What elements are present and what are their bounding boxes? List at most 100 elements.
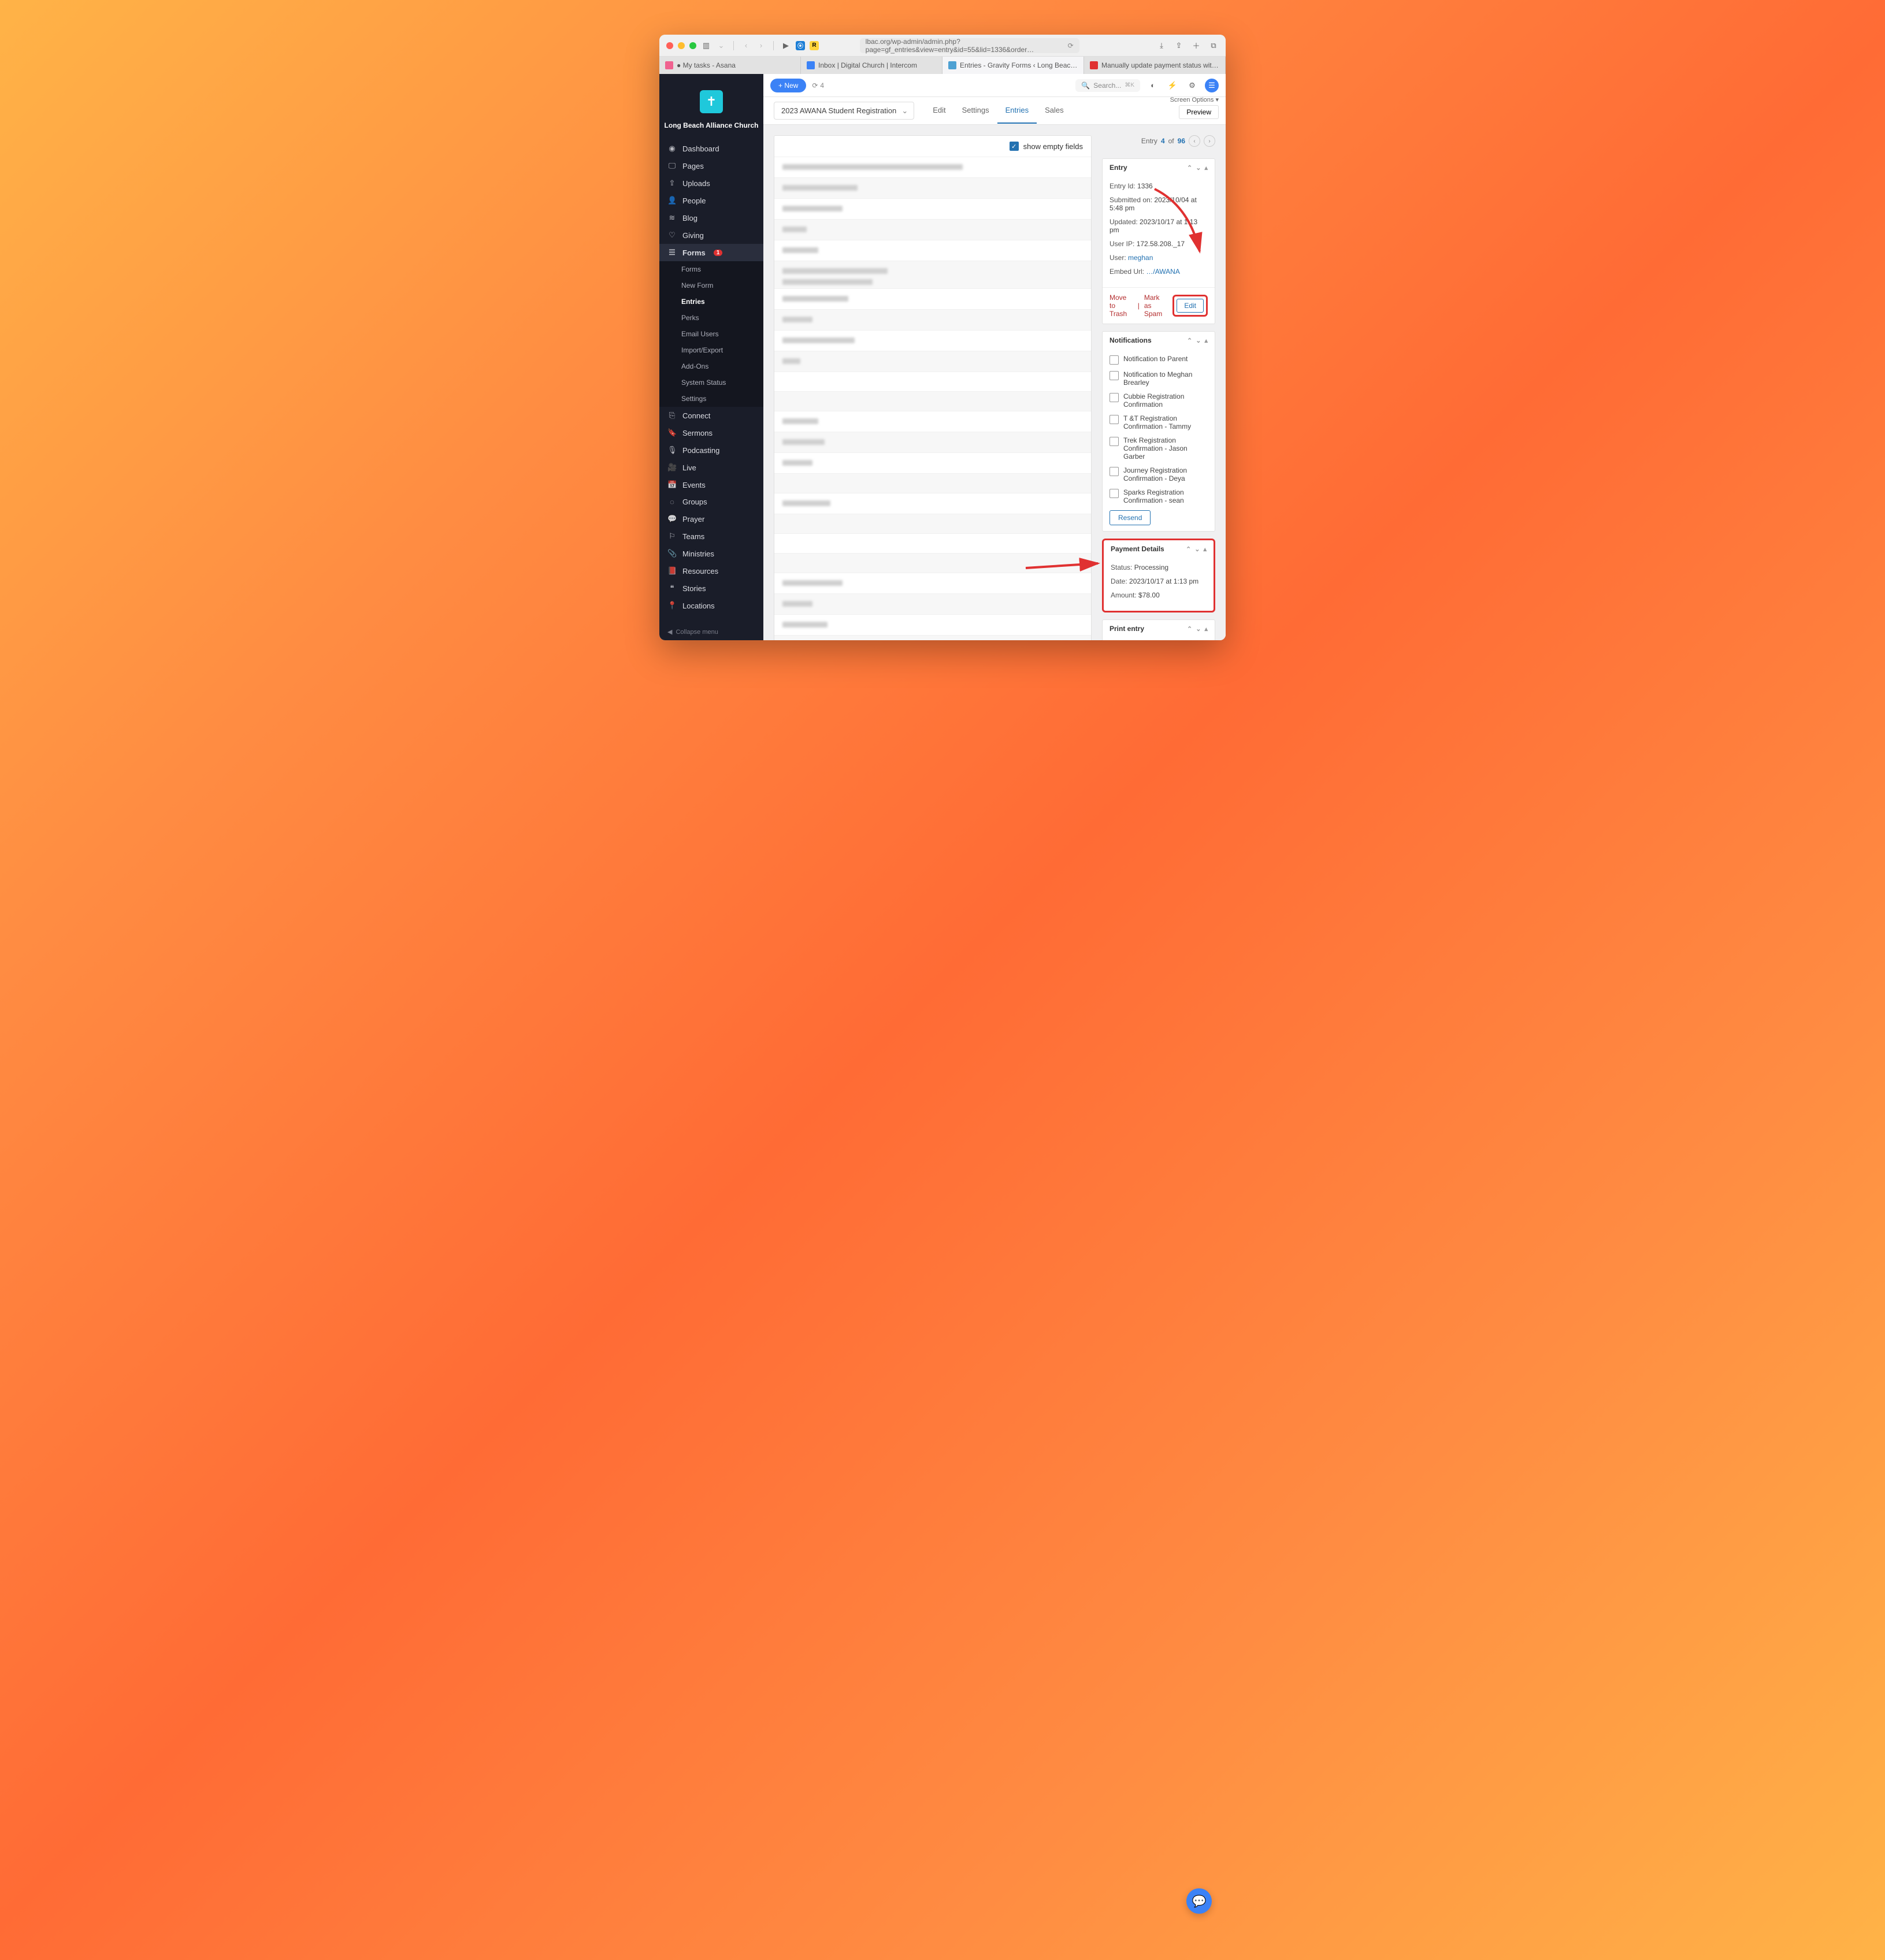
sidebar-item-uploads[interactable]: ⇪Uploads [659, 175, 763, 192]
browser-tab-intercom[interactable]: Inbox | Digital Church | Intercom [801, 57, 942, 74]
collapse-up-icon[interactable]: ⌃ [1187, 164, 1192, 172]
maximize-window-icon[interactable] [689, 42, 696, 49]
sidebar-item-giving[interactable]: ♡Giving [659, 227, 763, 244]
form-select[interactable]: 2023 AWANA Student Registration [774, 102, 914, 120]
notification-checkbox[interactable] [1110, 415, 1119, 424]
download-icon[interactable]: ⤓ [1156, 40, 1167, 51]
new-tab-icon[interactable]: ＋ [1191, 40, 1201, 51]
sidebar-item-forms[interactable]: ☰Forms1 [659, 244, 763, 261]
forward-icon[interactable]: › [756, 40, 766, 51]
notification-checkbox[interactable] [1110, 437, 1119, 446]
moon-icon[interactable]: ◐ [1146, 79, 1160, 92]
close-window-icon[interactable] [666, 42, 673, 49]
edit-button[interactable]: Edit [1177, 299, 1204, 313]
next-entry-icon[interactable]: › [1204, 135, 1215, 147]
screen-options[interactable]: Screen Options ▾ [1170, 96, 1219, 103]
toggle-icon[interactable]: ▴ [1204, 337, 1208, 344]
sidebar-item-teams[interactable]: ⚐Teams [659, 528, 763, 545]
tab-settings[interactable]: Settings [954, 98, 997, 124]
sidebar-sub-addons[interactable]: Add-Ons [659, 358, 763, 374]
tab-entries[interactable]: Entries [997, 98, 1037, 124]
entry-embed-link[interactable]: …/AWANA [1146, 268, 1179, 276]
notification-checkbox[interactable] [1110, 489, 1119, 498]
site-logo[interactable]: ✝ Long Beach Alliance Church [659, 74, 763, 140]
mark-as-spam-link[interactable]: Mark as Spam [1144, 294, 1168, 318]
chevron-down-icon[interactable]: ⌄ [716, 40, 726, 51]
new-button[interactable]: + New [770, 79, 806, 92]
sidebar-item-blog[interactable]: ≋Blog [659, 209, 763, 227]
sidebar-sub-system-status[interactable]: System Status [659, 374, 763, 391]
sidebar-item-events[interactable]: 📅Events [659, 476, 763, 493]
sidebar-item-resources[interactable]: 📕Resources [659, 562, 763, 580]
menu-icon[interactable]: ☰ [1205, 79, 1219, 92]
collapse-up-icon[interactable]: ⌃ [1187, 337, 1192, 344]
sidebar-sub-entries[interactable]: Entries [659, 294, 763, 310]
sidebar-sub-settings[interactable]: Settings [659, 391, 763, 407]
collapse-down-icon[interactable]: ⌄ [1196, 625, 1201, 633]
extension-icon[interactable]: R [810, 41, 819, 50]
onepassword-icon[interactable]: ⦿ [796, 41, 805, 50]
url-bar[interactable]: lbac.org/wp-admin/admin.php?page=gf_entr… [860, 38, 1079, 53]
entry-user-link[interactable]: meghan [1128, 254, 1153, 262]
resend-button[interactable]: Resend [1110, 510, 1151, 525]
browser-tab-asana[interactable]: ● My tasks - Asana [659, 57, 801, 74]
search-input[interactable]: 🔍 Search... ⌘K [1075, 79, 1140, 92]
sidebar-item-people[interactable]: 👤People [659, 192, 763, 209]
move-to-trash-link[interactable]: Move to Trash [1110, 294, 1133, 318]
share-icon[interactable]: ⇪ [1174, 40, 1184, 51]
refresh-count[interactable]: ⟳4 [812, 81, 824, 90]
notification-checkbox[interactable] [1110, 371, 1119, 380]
toggle-icon[interactable]: ▴ [1203, 545, 1207, 553]
show-empty-checkbox[interactable]: ✓ [1010, 142, 1019, 151]
toggle-icon[interactable]: ▴ [1204, 625, 1208, 633]
browser-tab-entries[interactable]: Entries - Gravity Forms ‹ Long Beach All… [942, 57, 1084, 74]
collapse-up-icon[interactable]: ⌃ [1187, 625, 1192, 633]
prev-entry-icon[interactable]: ‹ [1189, 135, 1200, 147]
tab-edit[interactable]: Edit [925, 98, 953, 124]
tab-sales[interactable]: Sales [1037, 98, 1072, 124]
payment-date: 2023/10/17 at 1:13 pm [1129, 577, 1198, 585]
reload-icon[interactable]: ⟳ [1068, 42, 1074, 50]
sidebar-item-sermons[interactable]: 🔖Sermons [659, 424, 763, 441]
sidebar-item-live[interactable]: 🎥Live [659, 459, 763, 476]
sidebar-item-stories[interactable]: ❝Stories [659, 580, 763, 597]
payment-status: Processing [1134, 563, 1168, 571]
sidebar-sub-new-form[interactable]: New Form [659, 277, 763, 294]
sidebar-sub-email-users[interactable]: Email Users [659, 326, 763, 342]
pages-icon: 🖵 [667, 161, 677, 170]
url-text: lbac.org/wp-admin/admin.php?page=gf_entr… [866, 38, 1068, 54]
notification-label: Cubbie Registration Confirmation [1123, 392, 1208, 409]
collapse-down-icon[interactable]: ⌄ [1196, 337, 1201, 344]
preview-button[interactable]: Preview [1179, 105, 1219, 119]
collapse-up-icon[interactable]: ⌃ [1186, 545, 1191, 553]
gear-icon[interactable]: ⚙ [1185, 79, 1199, 92]
field-row [774, 573, 1091, 593]
toggle-icon[interactable]: ▴ [1204, 164, 1208, 172]
sidebar-item-locations[interactable]: 📍Locations [659, 597, 763, 614]
notification-checkbox[interactable] [1110, 393, 1119, 402]
sidebar-item-podcasting[interactable]: 🎙Podcasting [659, 441, 763, 459]
browser-tab-pxpay[interactable]: Manually update payment status with PxPa… [1084, 57, 1226, 74]
notification-checkbox[interactable] [1110, 467, 1119, 476]
sidebar-item-connect[interactable]: ⎘Connect [659, 407, 763, 424]
sidebar-item-groups[interactable]: ◌Groups [659, 493, 763, 510]
sidebar-item-pages[interactable]: 🖵Pages [659, 157, 763, 175]
sidebar-item-ministries[interactable]: 📎Ministries [659, 545, 763, 562]
sidebar-toggle-icon[interactable]: ▥ [701, 40, 711, 51]
play-icon[interactable]: ▶ [781, 40, 791, 51]
sidebar-sub-perks[interactable]: Perks [659, 310, 763, 326]
sidebar-sub-import-export[interactable]: Import/Export [659, 342, 763, 358]
sidebar-item-prayer[interactable]: 💬Prayer [659, 510, 763, 528]
intercom-chat-icon[interactable]: 💬 [1186, 1888, 1212, 1914]
back-icon[interactable]: ‹ [741, 40, 751, 51]
entry-current: 4 [1161, 137, 1165, 145]
tabs-icon[interactable]: ⧉ [1208, 40, 1219, 51]
sidebar-item-dashboard[interactable]: ◉Dashboard [659, 140, 763, 157]
notification-checkbox[interactable] [1110, 355, 1119, 365]
minimize-window-icon[interactable] [678, 42, 685, 49]
sidebar-sub-forms[interactable]: Forms [659, 261, 763, 277]
collapse-down-icon[interactable]: ⌄ [1196, 164, 1201, 172]
collapse-menu[interactable]: ◀ Collapse menu [659, 623, 763, 640]
collapse-down-icon[interactable]: ⌄ [1194, 545, 1200, 553]
bolt-icon[interactable]: ⚡ [1166, 79, 1179, 92]
